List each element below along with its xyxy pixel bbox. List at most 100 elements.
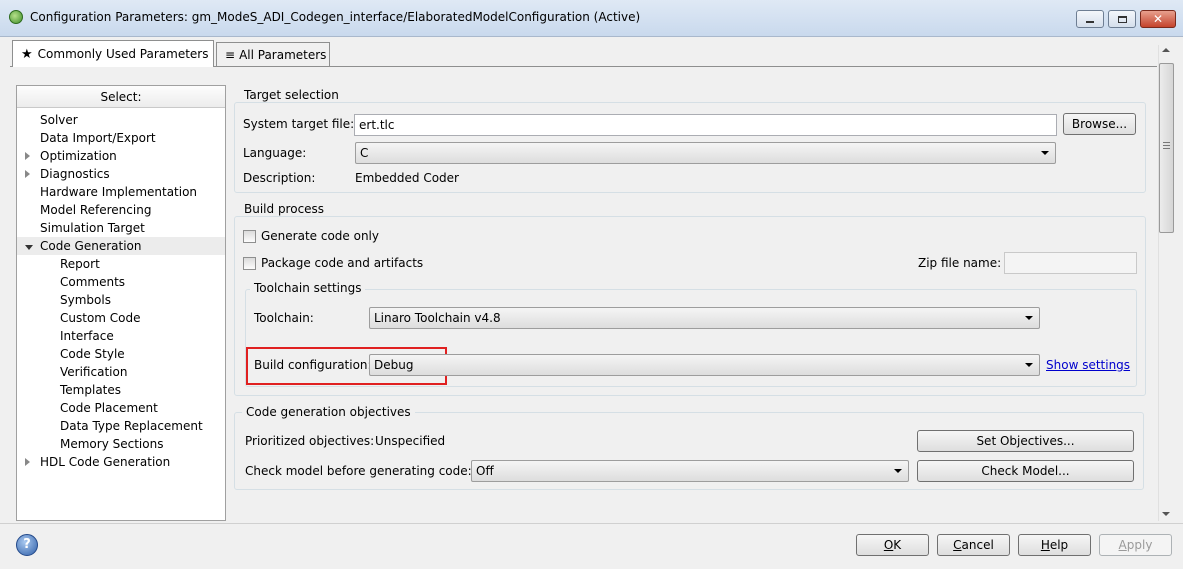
- tab-all-parameters[interactable]: ≡ All Parameters: [216, 42, 330, 66]
- help-button[interactable]: Help: [1018, 534, 1091, 556]
- minimize-button[interactable]: [1076, 10, 1104, 28]
- tree-item-label: Templates: [60, 383, 122, 397]
- prioritized-objectives-label: Prioritized objectives:: [245, 434, 375, 448]
- tree-item-label: Report: [60, 257, 100, 271]
- tree-item-simulation-target[interactable]: Simulation Target: [17, 219, 225, 237]
- build-configuration-dropdown[interactable]: Debug: [369, 354, 1040, 376]
- tree-item-memory-sections[interactable]: Memory Sections: [17, 435, 225, 453]
- build-configuration-label: Build configuration:: [254, 358, 372, 372]
- maximize-button[interactable]: [1108, 10, 1136, 28]
- tree-header: Select:: [17, 86, 225, 108]
- language-label: Language:: [243, 146, 307, 160]
- tree-item-label: Memory Sections: [60, 437, 164, 451]
- tree-item-templates[interactable]: Templates: [17, 381, 225, 399]
- build-configuration-value: Debug: [374, 358, 414, 372]
- maximize-icon: [1117, 15, 1127, 23]
- check-model-dropdown[interactable]: Off: [471, 460, 909, 482]
- expand-arrow-icon[interactable]: [25, 453, 40, 471]
- minimize-icon: [1086, 21, 1094, 23]
- tree-item-label: Symbols: [60, 293, 111, 307]
- tree-item-label: Data Type Replacement: [60, 419, 203, 433]
- description-value: Embedded Coder: [355, 171, 459, 185]
- tree-item-code-style[interactable]: Code Style: [17, 345, 225, 363]
- tree-item-code-placement[interactable]: Code Placement: [17, 399, 225, 417]
- matlab-app-icon: [9, 10, 23, 24]
- toolchain-dropdown[interactable]: Linaro Toolchain v4.8: [369, 307, 1040, 329]
- tree-item-label: Data Import/Export: [40, 131, 156, 145]
- tree-item-diagnostics[interactable]: Diagnostics: [17, 165, 225, 183]
- objectives-title: Code generation objectives: [242, 405, 415, 419]
- expand-arrow-icon[interactable]: [25, 147, 40, 165]
- tree-item-solver[interactable]: Solver: [17, 111, 225, 129]
- tree-item-label: Code Style: [60, 347, 125, 361]
- tree-item-report[interactable]: Report: [17, 255, 225, 273]
- expand-arrow-icon[interactable]: [25, 165, 40, 183]
- tree-item-label: Interface: [60, 329, 114, 343]
- tree-item-hdl-code-generation[interactable]: HDL Code Generation: [17, 453, 225, 471]
- tree-item-label: Code Generation: [40, 239, 142, 253]
- tree-item-label: Optimization: [40, 149, 117, 163]
- set-objectives-button[interactable]: Set Objectives...: [917, 430, 1134, 452]
- tree-item-interface[interactable]: Interface: [17, 327, 225, 345]
- tree-item-verification[interactable]: Verification: [17, 363, 225, 381]
- tree-item-label: Solver: [40, 113, 78, 127]
- tab-commonly-used-parameters[interactable]: ★ Commonly Used Parameters: [12, 40, 214, 67]
- category-tree[interactable]: Select: Solver Data Import/Export Optimiza…: [16, 85, 226, 521]
- package-code-checkbox[interactable]: [243, 257, 256, 270]
- toolchain-label: Toolchain:: [254, 311, 314, 325]
- tree-item-optimization[interactable]: Optimization: [17, 147, 225, 165]
- help-icon[interactable]: ?: [16, 534, 38, 556]
- ok-button[interactable]: OK: [856, 534, 929, 556]
- tree-item-label: Diagnostics: [40, 167, 110, 181]
- system-target-label: System target file:: [243, 117, 355, 131]
- tree-item-code-generation[interactable]: Code Generation: [17, 237, 225, 255]
- tree-item-hardware-implementation[interactable]: Hardware Implementation: [17, 183, 225, 201]
- tree-item-label: HDL Code Generation: [40, 455, 171, 469]
- language-dropdown[interactable]: C: [355, 142, 1056, 164]
- cancel-button[interactable]: Cancel: [937, 534, 1010, 556]
- list-icon: ≡: [225, 47, 236, 62]
- browse-button[interactable]: Browse...: [1063, 113, 1136, 135]
- tree-item-label: Code Placement: [60, 401, 158, 415]
- tree-item-label: Custom Code: [60, 311, 141, 325]
- toolchain-settings-title: Toolchain settings: [250, 281, 366, 295]
- star-icon: ★: [21, 46, 33, 62]
- show-settings-link[interactable]: Show settings: [1046, 358, 1130, 372]
- tree-item-data-import-export[interactable]: Data Import/Export: [17, 129, 225, 147]
- toolchain-value: Linaro Toolchain v4.8: [374, 311, 501, 325]
- chevron-down-icon: [1041, 151, 1049, 155]
- build-process-title: Build process: [240, 202, 329, 216]
- check-model-label: Check model before generating code:: [245, 464, 472, 478]
- tree-item-custom-code[interactable]: Custom Code: [17, 309, 225, 327]
- scroll-up-icon: [1162, 48, 1170, 52]
- zip-file-label: Zip file name:: [918, 256, 1002, 270]
- description-label: Description:: [243, 171, 316, 185]
- tree-item-label: Verification: [60, 365, 128, 379]
- check-model-value: Off: [476, 464, 494, 478]
- footer-separator: [0, 523, 1183, 524]
- language-value: C: [360, 146, 369, 160]
- scroll-up-button[interactable]: [1162, 48, 1170, 52]
- tree-item-symbols[interactable]: Symbols: [17, 291, 225, 309]
- tab-label: All Parameters: [239, 47, 327, 62]
- collapse-arrow-icon[interactable]: [25, 237, 40, 255]
- tree-item-model-referencing[interactable]: Model Referencing: [17, 201, 225, 219]
- scroll-down-icon: [1162, 512, 1170, 516]
- tree-item-label: Simulation Target: [40, 221, 145, 235]
- close-button[interactable]: ✕: [1140, 10, 1176, 28]
- chevron-down-icon: [1025, 316, 1033, 320]
- check-model-button[interactable]: Check Model...: [917, 460, 1134, 482]
- zip-file-field[interactable]: [1004, 252, 1137, 274]
- scroll-down-button[interactable]: [1162, 512, 1170, 516]
- tree-item-data-type-replacement[interactable]: Data Type Replacement: [17, 417, 225, 435]
- tree-list: Solver Data Import/Export Optimization Diag…: [17, 111, 225, 471]
- target-selection-title: Target selection: [240, 88, 343, 102]
- tree-item-comments[interactable]: Comments: [17, 273, 225, 291]
- scrollbar-thumb[interactable]: [1159, 63, 1174, 233]
- prioritized-objectives-value: Unspecified: [375, 434, 446, 448]
- package-code-label: Package code and artifacts: [261, 256, 424, 270]
- generate-code-only-checkbox[interactable]: [243, 230, 256, 243]
- chevron-down-icon: [1025, 363, 1033, 367]
- apply-button[interactable]: Apply: [1099, 534, 1172, 556]
- system-target-field[interactable]: ert.tlc: [354, 114, 1057, 136]
